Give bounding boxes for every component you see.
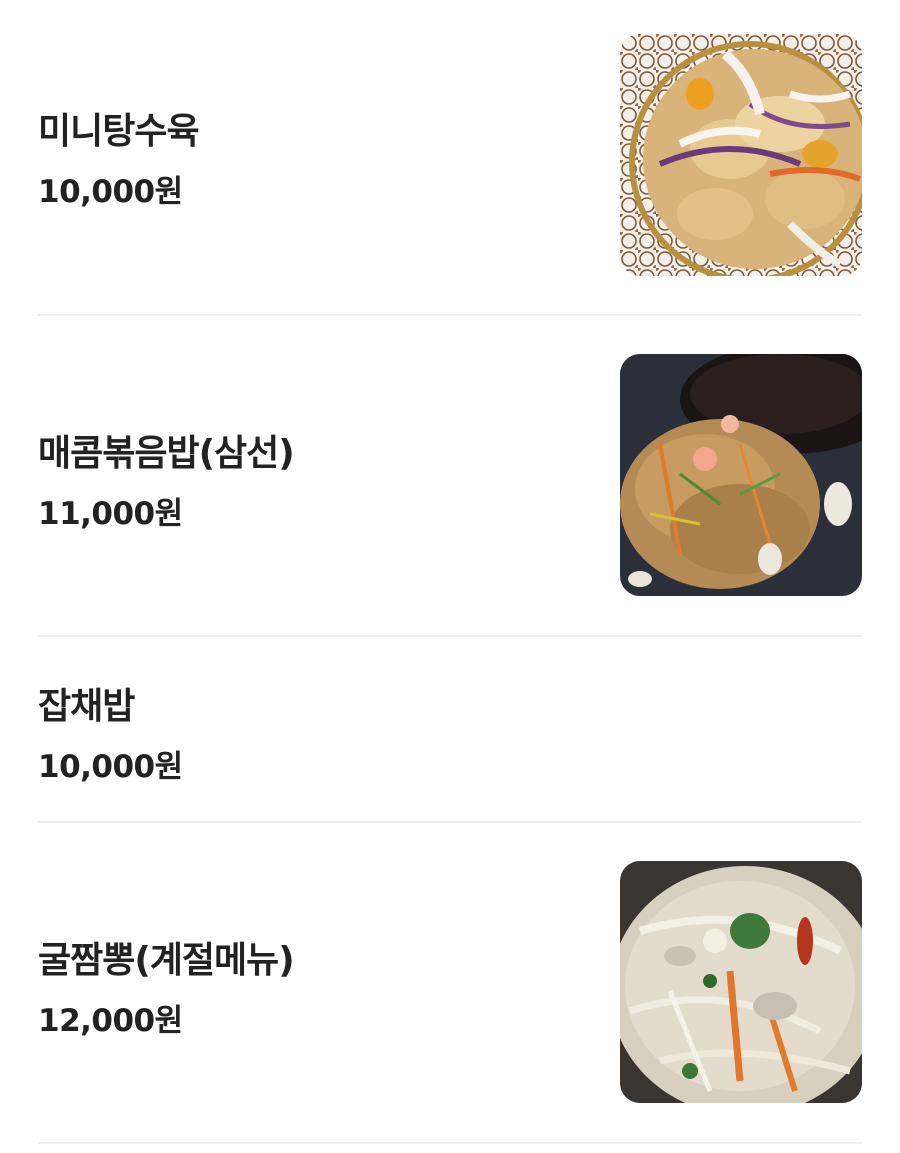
- menu-item-name: 매콤볶음밥(삼선): [38, 433, 295, 474]
- menu-item[interactable]: 매콤볶음밥(삼선) 11,000원: [38, 316, 862, 637]
- menu-list: 미니탕수육 10,000원 매콤볶음밥(삼선) 11,000원 잡채밥 10,0…: [0, 0, 900, 1153]
- menu-item-price: 12,000원: [38, 1003, 183, 1039]
- menu-item-price: 10,000원: [38, 174, 183, 210]
- menu-item-name: 굴짬뽕(계절메뉴): [38, 940, 295, 981]
- menu-item[interactable]: 잡채밥 10,000원: [38, 637, 862, 823]
- menu-item-price: 10,000원: [38, 749, 183, 785]
- sweet-and-sour-pork-photo[interactable]: [620, 34, 862, 276]
- menu-item[interactable]: 미니탕수육 10,000원: [38, 0, 862, 316]
- menu-item-price: 11,000원: [38, 496, 183, 532]
- menu-item-name: 미니탕수육: [38, 111, 200, 152]
- spicy-fried-rice-photo[interactable]: [620, 354, 862, 596]
- oyster-jjamppong-photo[interactable]: [620, 861, 862, 1103]
- menu-item[interactable]: 굴짬뽕(계절메뉴) 12,000원: [38, 823, 862, 1144]
- menu-item-name: 잡채밥: [38, 686, 135, 727]
